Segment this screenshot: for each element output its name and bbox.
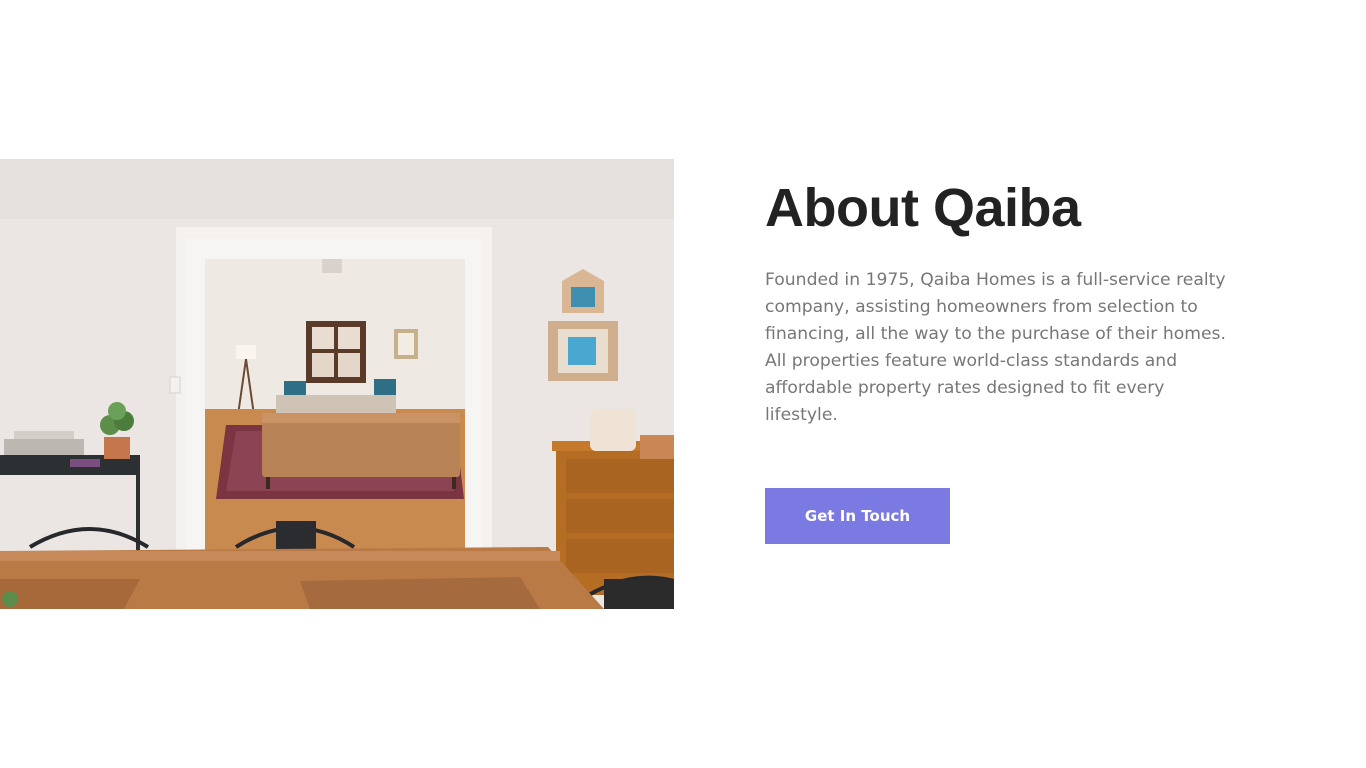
about-content: About Qaiba Founded in 1975, Qaiba Homes… <box>765 175 1235 429</box>
about-description: Founded in 1975, Qaiba Homes is a full-s… <box>765 270 1226 425</box>
about-title: About Qaiba <box>765 178 1081 238</box>
get-in-touch-button[interactable]: Get In Touch <box>765 488 950 544</box>
interior-photo <box>0 159 674 609</box>
about-section: About Qaiba Founded in 1975, Qaiba Homes… <box>0 0 1366 768</box>
